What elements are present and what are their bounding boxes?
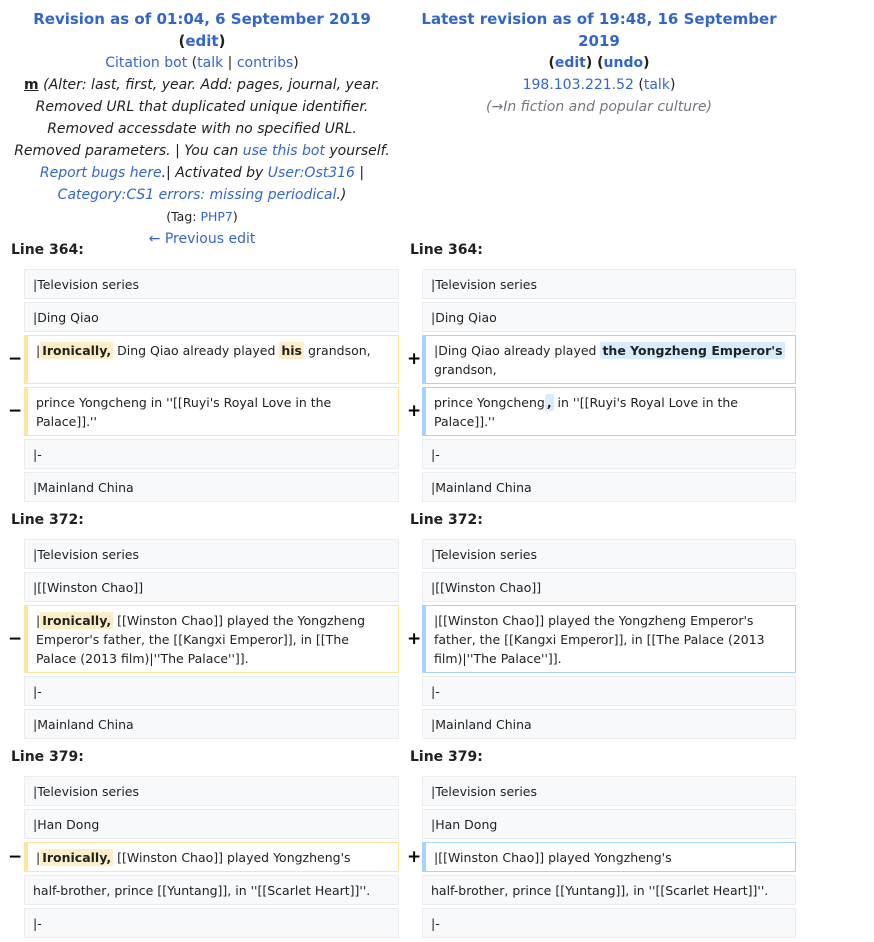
old-edit-link[interactable]: edit bbox=[185, 32, 218, 50]
context-line: |Mainland China bbox=[24, 472, 399, 502]
deletion-marker: − bbox=[8, 401, 23, 421]
context-line: |- bbox=[24, 908, 399, 938]
context-line: |Television series bbox=[24, 269, 399, 299]
added-word: the Yongzheng Emperor's bbox=[600, 342, 785, 359]
new-revision-link[interactable]: Latest revision as of 19:48, 16 Septembe… bbox=[421, 10, 776, 50]
context-line: |- bbox=[422, 439, 796, 469]
context-line: |Ding Qiao bbox=[422, 302, 796, 332]
section-link[interactable]: → bbox=[491, 99, 503, 115]
context-line: |Television series bbox=[24, 776, 399, 806]
added-word: , bbox=[544, 394, 554, 411]
line-number-new: Line 372: bbox=[410, 512, 483, 528]
context-line: half-brother, prince [[Yuntang]], in ''[… bbox=[24, 875, 399, 905]
old-talk-link[interactable]: talk bbox=[197, 55, 223, 71]
line-number-old: Line 379: bbox=[11, 749, 84, 765]
added-line: |Ding Qiao already played the Yongzheng … bbox=[422, 335, 796, 384]
context-line: |Mainland China bbox=[24, 709, 399, 739]
context-line: |Mainland China bbox=[422, 709, 796, 739]
deletion-marker: − bbox=[8, 847, 23, 867]
new-edit-summary: (→In fiction and popular culture) bbox=[486, 99, 712, 115]
deleted-word: Ironically, bbox=[40, 849, 114, 866]
new-user-link[interactable]: 198.103.221.52 bbox=[523, 77, 634, 93]
context-line: |- bbox=[24, 676, 399, 706]
context-line: |- bbox=[24, 439, 399, 469]
deletion-marker: − bbox=[8, 629, 23, 649]
deleted-word: his bbox=[279, 342, 304, 359]
context-line: |- bbox=[422, 908, 796, 938]
deleted-word: Ironically, bbox=[40, 342, 114, 359]
context-line: |Television series bbox=[24, 539, 399, 569]
old-contribs-link[interactable]: contribs bbox=[237, 55, 293, 71]
use-bot-link[interactable]: use this bot bbox=[243, 143, 325, 159]
minor-edit-badge: m bbox=[24, 77, 39, 93]
deleted-line: | Ironically, [[Winston Chao]] played Yon… bbox=[24, 842, 399, 872]
previous-edit-link[interactable]: ← Previous edit bbox=[149, 231, 256, 247]
deleted-line: prince Yongcheng in ''[[Ruyi's Royal Lov… bbox=[24, 387, 399, 436]
added-line: |[[Winston Chao]] played the Yongzheng E… bbox=[422, 605, 796, 673]
addition-marker: + bbox=[407, 847, 422, 867]
added-line: prince Yongcheng, in ''[[Ruyi's Royal Lo… bbox=[422, 387, 796, 436]
addition-marker: + bbox=[407, 401, 422, 421]
context-line: |[[Winston Chao]] bbox=[422, 572, 796, 602]
old-revision-link[interactable]: Revision as of 01:04, 6 September 2019 bbox=[33, 10, 371, 28]
old-revision-title: Revision as of 01:04, 6 September 2019 (… bbox=[33, 10, 371, 50]
context-line: |Mainland China bbox=[422, 472, 796, 502]
added-line: |[[Winston Chao]] played Yongzheng's bbox=[422, 842, 796, 872]
deleted-line: | Ironically, [[Winston Chao]] played the… bbox=[24, 605, 399, 673]
context-line: |Han Dong bbox=[24, 809, 399, 839]
addition-marker: + bbox=[407, 349, 422, 369]
old-revision-header: Revision as of 01:04, 6 September 2019 (… bbox=[14, 10, 390, 247]
edit-summary: m (Alter: last, first, year. Add: pages,… bbox=[14, 77, 390, 203]
undo-link[interactable]: undo bbox=[604, 55, 644, 71]
deletion-marker: − bbox=[8, 349, 23, 369]
line-number-old: Line 364: bbox=[11, 242, 84, 258]
deleted-word: Ironically, bbox=[40, 612, 114, 629]
context-line: |- bbox=[422, 676, 796, 706]
line-number-new: Line 379: bbox=[410, 749, 483, 765]
context-line: |Television series bbox=[422, 776, 796, 806]
new-revision-title: Latest revision as of 19:48, 16 Septembe… bbox=[402, 8, 796, 52]
deleted-line: | Ironically, Ding Qiao already played hi… bbox=[24, 335, 399, 384]
context-line: |Ding Qiao bbox=[24, 302, 399, 332]
line-number-old: Line 372: bbox=[11, 512, 84, 528]
category-link[interactable]: Category:CS1 errors: missing periodical bbox=[58, 187, 337, 203]
new-edit-link[interactable]: edit bbox=[555, 55, 586, 71]
report-bugs-link[interactable]: Report bugs here bbox=[40, 165, 162, 181]
context-line: half-brother, prince [[Yuntang]], in ''[… bbox=[422, 875, 796, 905]
revision-tag: (Tag: PHP7) bbox=[166, 209, 238, 224]
tag-link[interactable]: PHP7 bbox=[200, 209, 232, 224]
context-line: |Television series bbox=[422, 539, 796, 569]
activator-link[interactable]: User:Ost316 bbox=[268, 165, 355, 181]
addition-marker: + bbox=[407, 629, 422, 649]
line-number-new: Line 364: bbox=[410, 242, 483, 258]
context-line: |[[Winston Chao]] bbox=[24, 572, 399, 602]
new-revision-header: Latest revision as of 19:48, 16 Septembe… bbox=[402, 8, 796, 118]
context-line: |Television series bbox=[422, 269, 796, 299]
old-user-link[interactable]: Citation bot bbox=[105, 55, 187, 71]
context-line: |Han Dong bbox=[422, 809, 796, 839]
new-talk-link[interactable]: talk bbox=[644, 77, 670, 93]
